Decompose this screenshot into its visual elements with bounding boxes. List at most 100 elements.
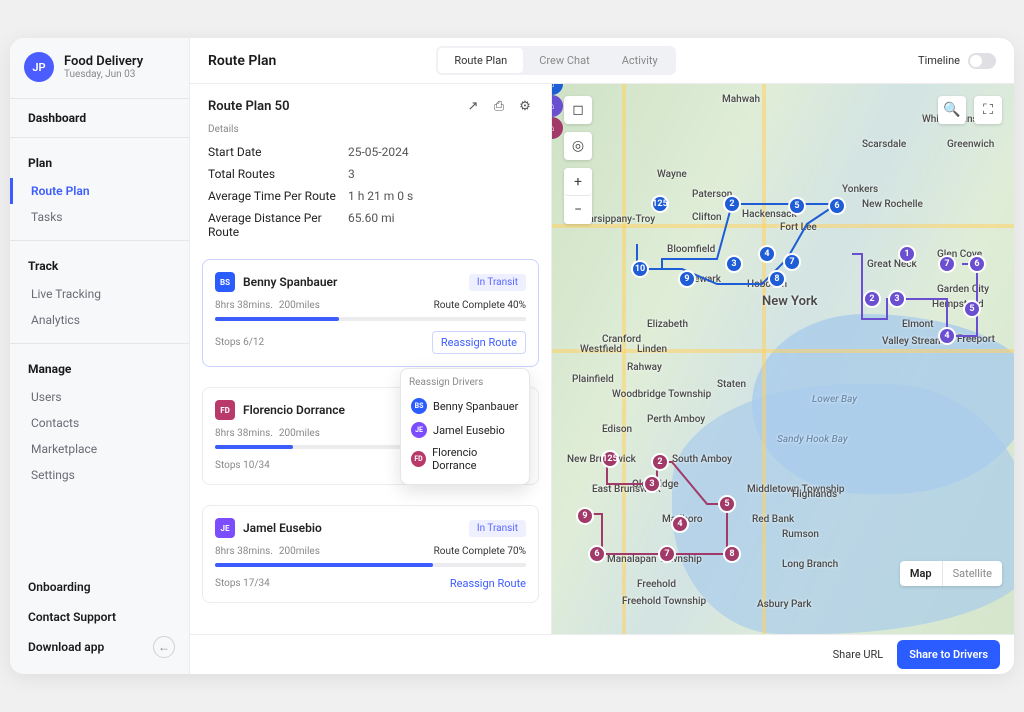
collapse-icon[interactable]: ← [153,636,175,658]
map-type-satellite[interactable]: Satellite [943,561,1002,586]
timeline-toggle[interactable] [968,53,996,69]
dropdown-item[interactable]: FDFlorencio Dorrance [409,442,521,476]
detail-start-date-v: 25-05-2024 [348,145,409,159]
nav-item-route-plan[interactable]: Route Plan [10,178,189,204]
map-marker[interactable]: 3 [888,290,906,308]
map-zoom-in-icon[interactable]: + [564,168,592,196]
map-search-zoom-icon[interactable]: 🔍 [938,96,966,124]
route-distance: 200miles [279,428,320,439]
tab-activity[interactable]: Activity [606,48,674,73]
driver-avatar: BS [215,272,235,292]
dropdown-item[interactable]: BSBenny Spanbauer [409,394,521,418]
progress-bar [215,317,526,321]
nav-item-settings[interactable]: Settings [10,462,189,488]
map-controls-left: ◻ ◎ + − [564,96,592,224]
route-card[interactable]: FD Florencio Dorrance 8hrs 38mins. 200mi… [202,387,539,485]
stops-count: 6/12 [243,337,264,348]
map-marker[interactable]: 8 [723,545,741,563]
map-marker[interactable]: 5 [963,300,981,318]
map-locate-icon[interactable]: ◎ [564,132,592,160]
route-time: 8hrs 38mins. [215,546,273,557]
city-label: Perth Amboy [647,414,705,425]
route-time: 8hrs 38mins. [215,428,273,439]
map-marker[interactable]: 6 [588,545,606,563]
map-marker[interactable]: 7 [783,253,801,271]
map-marker[interactable]: 2 [723,195,741,213]
city-label: Freehold Township [622,596,706,607]
timeline-label: Timeline [918,54,960,67]
map-marker[interactable]: 1 [898,245,916,263]
nav-item-live-tracking[interactable]: Live Tracking [10,281,189,307]
route-panel: Route Plan 50 ↗ ⎙ ⚙ Details Start Date25… [190,84,552,634]
nav-header-track: Track [10,251,189,281]
body: Route Plan 50 ↗ ⎙ ⚙ Details Start Date25… [190,84,1014,634]
details-label: Details [190,124,551,141]
city-label: New Rochelle [862,199,923,210]
city-label: Edison [602,424,632,435]
map-type-map[interactable]: Map [900,561,943,586]
city-label: Fort Lee [780,222,817,233]
map-marker[interactable]: 2 [651,453,669,471]
city-label: Highlands [792,489,837,500]
nav-item-users[interactable]: Users [10,384,189,410]
reassign-button[interactable]: Reassign Route [432,331,526,354]
nav-dashboard[interactable]: Dashboard [10,103,189,133]
city-label: New York [762,294,818,309]
map-marker[interactable]: 125 [601,450,619,468]
map-box-select-icon[interactable]: ◻ [564,96,592,124]
city-label: Garden City [937,284,989,295]
map-zoom-out-icon[interactable]: − [564,196,592,224]
open-external-icon[interactable]: ↗ [465,98,481,114]
driver-name: Benny Spanbauer [243,275,337,289]
city-label: Greenwich [947,139,994,150]
map-marker[interactable]: 4 [938,327,956,345]
map-marker[interactable]: 9 [678,270,696,288]
map-marker[interactable]: 5 [788,197,806,215]
share-drivers-button[interactable]: Share to Drivers [897,640,1000,669]
route-card[interactable]: JE Jamel Eusebio In Transit 8hrs 38mins.… [202,505,539,603]
map-marker[interactable]: 6 [828,197,846,215]
stops-count: 10/34 [243,460,270,471]
dropdown-title: Reassign Drivers [409,377,521,388]
status-badge: In Transit [469,520,526,537]
city-label: Woodbridge Township [612,389,711,400]
map-marker[interactable]: 10 [631,260,649,278]
map-marker[interactable]: 4 [758,245,776,263]
nav-support[interactable]: Contact Support [10,602,189,632]
stops-label: Stops [215,460,241,471]
detail-avgtime-k: Average Time Per Route [208,189,348,203]
tab-route-plan[interactable]: Route Plan [438,48,523,73]
map-marker[interactable]: 5 [718,495,736,513]
nav-item-marketplace[interactable]: Marketplace [10,436,189,462]
route-card[interactable]: BS Benny Spanbauer In Transit 8hrs 38min… [202,259,539,367]
tab-crew-chat[interactable]: Crew Chat [523,48,605,73]
map-marker[interactable]: 6 [968,255,986,273]
map-marker[interactable]: 7 [938,255,956,273]
nav-item-analytics[interactable]: Analytics [10,307,189,333]
map-canvas[interactable]: New York Yonkers Newark Paterson Clifton… [552,84,1014,634]
nav-download[interactable]: Download app [10,632,153,662]
nav-item-tasks[interactable]: Tasks [10,204,189,230]
timeline-toggle-wrap: Timeline [918,53,996,69]
city-label: Freeport [957,334,995,345]
map-fullscreen-icon[interactable]: ⛶ [974,96,1002,124]
print-icon[interactable]: ⎙ [491,98,507,114]
map-marker[interactable]: 125 [651,195,669,213]
share-url-button[interactable]: Share URL [833,648,884,661]
nav-onboarding[interactable]: Onboarding [10,572,189,602]
detail-total-k: Total Routes [208,167,348,181]
dropdown-item[interactable]: JEJamel Eusebio [409,418,521,442]
map-marker[interactable]: 2 [863,290,881,308]
map-marker[interactable]: 3 [725,255,743,273]
map-marker[interactable]: 4 [671,515,689,533]
map-marker[interactable]: 9 [576,507,594,525]
map-marker[interactable]: 7 [658,545,676,563]
reassign-button[interactable]: Reassign Route [450,577,526,590]
nav-item-contacts[interactable]: Contacts [10,410,189,436]
org-date: Tuesday, Jun 03 [64,69,143,80]
city-label: Mahwah [722,94,760,105]
map-marker[interactable]: 3 [643,475,661,493]
org-header: JP Food Delivery Tuesday, Jun 03 [10,38,189,94]
settings-icon[interactable]: ⚙ [517,98,533,114]
map-marker[interactable]: 8 [768,270,786,288]
